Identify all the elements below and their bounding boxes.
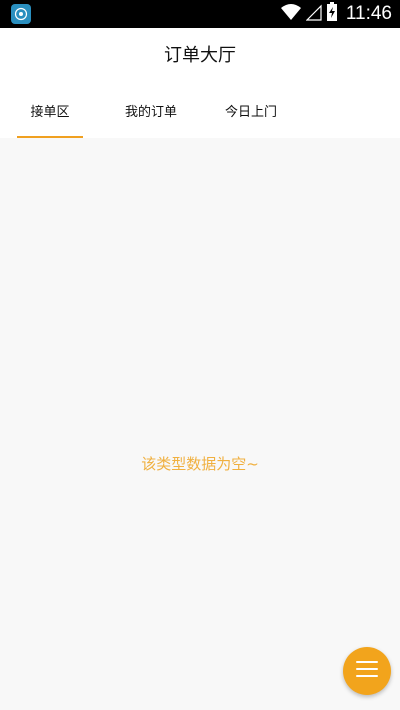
tab-my-orders[interactable]: 我的订单 <box>101 90 201 138</box>
tab-label: 我的订单 <box>124 105 177 120</box>
tab-accept-orders[interactable]: 接单区 <box>0 90 100 138</box>
tab-bar: 接单区 我的订单 今日上门 <box>0 90 400 138</box>
page-title: 订单大厅 <box>164 45 236 66</box>
tab-label: 接单区 <box>30 105 70 120</box>
menu-icon <box>356 660 378 682</box>
menu-fab-button[interactable] <box>343 647 391 695</box>
empty-state-message: 该类型数据为空~ <box>141 455 259 473</box>
signal-icon <box>305 3 322 25</box>
app-launcher-icon <box>11 4 31 24</box>
app-header: 订单大厅 接单区 我的订单 今日上门 <box>0 28 400 138</box>
battery-charging-icon <box>326 2 338 26</box>
wifi-icon <box>280 3 302 25</box>
order-list-area[interactable]: 该类型数据为空~ <box>0 138 400 710</box>
tab-label: 今日上门 <box>224 105 277 120</box>
tab-today-visits[interactable]: 今日上门 <box>201 90 301 138</box>
status-clock: 11:46 <box>345 3 392 24</box>
status-bar: 11:46 <box>0 0 400 28</box>
